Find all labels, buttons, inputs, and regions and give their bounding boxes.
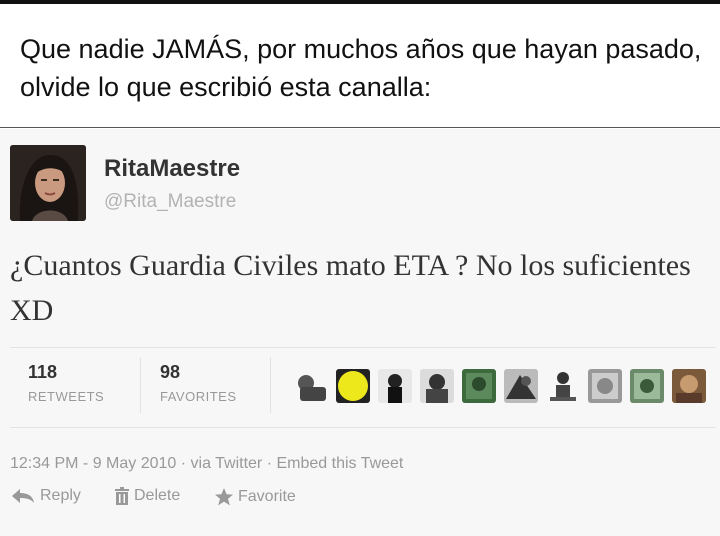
retweets-stat[interactable]: 118 RETWEETS	[28, 361, 104, 404]
favoriter-avatar[interactable]	[672, 369, 706, 403]
caption-text: Que nadie JAMÁS, por muchos años que hay…	[20, 34, 702, 102]
favoriter-avatar[interactable]	[336, 369, 370, 403]
tweet-timestamp[interactable]: 12:34 PM - 9 May 2010	[10, 455, 176, 472]
favoriter-avatar[interactable]	[420, 369, 454, 403]
via-text: · via Twitter ·	[176, 455, 277, 472]
star-icon	[214, 487, 234, 507]
reply-label: Reply	[40, 487, 81, 504]
delete-button[interactable]: Delete	[114, 487, 180, 505]
favoriter-avatar[interactable]	[588, 369, 622, 403]
meme-caption: Que nadie JAMÁS, por muchos años que hay…	[0, 4, 720, 128]
favoriter-avatar[interactable]	[504, 369, 538, 403]
display-name[interactable]: RitaMaestre	[104, 155, 240, 183]
favoriter-avatar[interactable]	[294, 369, 328, 403]
tweet-meta: 12:34 PM - 9 May 2010 · via Twitter · Em…	[10, 455, 403, 473]
tweet-card: RitaMaestre @Rita_Maestre ¿Cuantos Guard…	[0, 129, 720, 536]
divider	[10, 427, 716, 428]
favoriter-avatar[interactable]	[630, 369, 664, 403]
favoriter-avatar[interactable]	[462, 369, 496, 403]
avatar[interactable]	[10, 145, 86, 221]
stat-separator	[270, 357, 271, 413]
stat-separator	[140, 357, 141, 413]
retweets-count: 118	[28, 362, 58, 382]
tweet-text: ¿Cuantos Guardia Civiles mato ETA ? No l…	[10, 249, 691, 327]
user-handle[interactable]: @Rita_Maestre	[104, 191, 236, 213]
delete-label: Delete	[134, 487, 181, 504]
favorite-label: Favorite	[238, 488, 296, 505]
reply-icon	[10, 487, 36, 505]
divider	[10, 347, 716, 348]
embed-tweet-link[interactable]: Embed this Tweet	[276, 455, 403, 472]
favorites-stat[interactable]: 98 FAVORITES	[160, 361, 237, 404]
favorites-count: 98	[160, 362, 181, 382]
favorites-label: FAVORITES	[160, 389, 237, 404]
trash-icon	[114, 487, 130, 505]
favorite-button[interactable]: Favorite	[214, 487, 296, 507]
favoriter-avatar[interactable]	[546, 369, 580, 403]
retweets-label: RETWEETS	[28, 389, 105, 404]
reply-button[interactable]: Reply	[10, 487, 81, 505]
favoriter-avatar[interactable]	[378, 369, 412, 403]
